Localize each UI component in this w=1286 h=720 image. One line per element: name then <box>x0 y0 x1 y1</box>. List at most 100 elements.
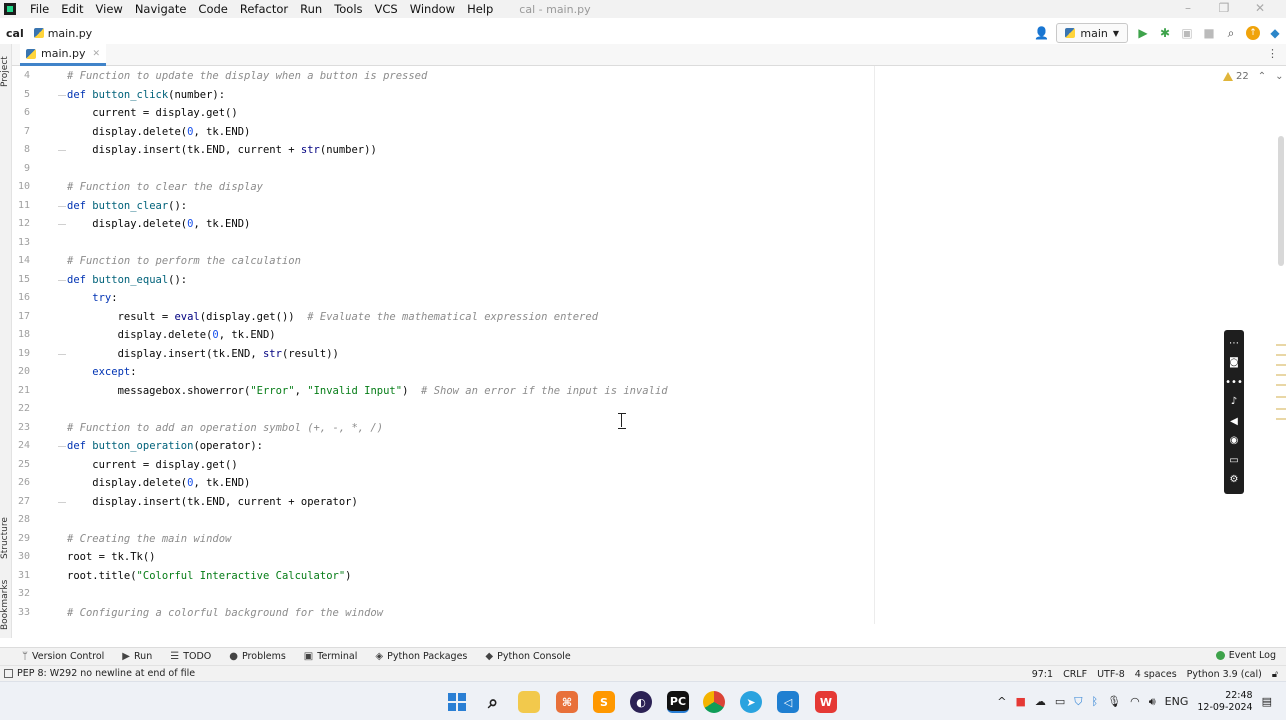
pycharm-icon[interactable]: PC <box>667 691 689 713</box>
tool-window-run[interactable]: ▶ Run <box>122 651 152 662</box>
structure-tool-window-tab[interactable]: Structure <box>0 510 12 566</box>
indent-setting[interactable]: 4 spaces <box>1135 669 1177 680</box>
screen-icon[interactable]: ▭ <box>1229 455 1238 467</box>
tool-window-python-console[interactable]: ◆ Python Console <box>485 651 570 662</box>
eclipse-icon[interactable]: ◐ <box>630 691 652 713</box>
search-icon[interactable]: ⌕ <box>482 691 504 713</box>
clock[interactable]: 22:48 12-09-2024 <box>1197 690 1252 714</box>
inspection-widget[interactable]: 22 ⌃ ⌄ <box>1223 71 1284 82</box>
debug-icon[interactable]: ✱ <box>1158 26 1172 40</box>
warning-stripe[interactable] <box>1276 396 1286 398</box>
language-indicator[interactable]: ENG <box>1165 695 1189 708</box>
update-icon[interactable]: ↑ <box>1246 26 1260 40</box>
chevron-down-icon[interactable]: ⌄ <box>1275 71 1283 82</box>
sublime-text-icon[interactable]: S <box>593 691 615 713</box>
code-editor[interactable]: 4 5 6 7 8 9 10 11 12 13 14 15 16 17 18 1… <box>12 66 1286 624</box>
warning-stripe[interactable] <box>1276 344 1286 346</box>
line-separator[interactable]: CRLF <box>1063 669 1087 680</box>
bluetooth-icon[interactable]: ᛒ <box>1092 695 1099 708</box>
warning-stripe[interactable] <box>1276 384 1286 386</box>
file-encoding[interactable]: UTF-8 <box>1097 669 1125 680</box>
chrome-icon[interactable] <box>703 691 725 713</box>
close-tab-icon[interactable]: ✕ <box>92 49 100 59</box>
fold-marker[interactable] <box>58 150 66 151</box>
fold-marker[interactable] <box>58 95 66 96</box>
warning-stripe[interactable] <box>1276 374 1286 376</box>
fold-marker[interactable] <box>58 224 66 225</box>
close-window-icon[interactable]: ✕ <box>1242 0 1278 16</box>
menu-edit[interactable]: Edit <box>55 0 89 18</box>
menu-refactor[interactable]: Refactor <box>234 0 294 18</box>
menu-code[interactable]: Code <box>192 0 233 18</box>
warning-stripe[interactable] <box>1276 418 1286 420</box>
more-options-icon[interactable]: ⋮ <box>1267 47 1278 60</box>
minimize-icon[interactable]: – <box>1170 0 1206 16</box>
coverage-icon[interactable]: ▣ <box>1180 26 1194 40</box>
webcam-icon[interactable]: ◉ <box>1230 435 1239 447</box>
fold-marker[interactable] <box>58 206 66 207</box>
tool-window-todo[interactable]: ☰ TODO <box>170 651 211 662</box>
restore-icon[interactable]: ❐ <box>1206 0 1242 16</box>
tool-window-version-control[interactable]: ᛘ Version Control <box>22 651 104 662</box>
menu-tools[interactable]: Tools <box>328 0 368 18</box>
editor-tab-main-py[interactable]: main.py ✕ <box>20 44 107 66</box>
fold-marker[interactable] <box>58 280 66 281</box>
user-icon[interactable]: 👤 <box>1034 26 1049 40</box>
mic-icon[interactable]: 🎙︎ <box>1107 695 1121 708</box>
plugin-icon[interactable]: ◆ <box>1268 26 1282 40</box>
menu-view[interactable]: View <box>90 0 129 18</box>
camera-icon[interactable]: ◙ <box>1229 357 1239 369</box>
notification-icon[interactable]: ▤ <box>1262 695 1272 708</box>
file-explorer-icon[interactable] <box>518 691 540 713</box>
code-content[interactable]: # Function to update the display when a … <box>67 66 877 624</box>
run-icon[interactable]: ▶ <box>1136 26 1150 40</box>
grip-icon[interactable]: ⋯ <box>1229 338 1239 350</box>
more-icon[interactable]: ••• <box>1225 377 1243 389</box>
volume-icon[interactable]: 🔊︎ <box>1149 695 1156 709</box>
chevron-up-icon[interactable]: ⌃ <box>1258 71 1266 82</box>
fold-marker[interactable] <box>58 354 66 355</box>
status-message[interactable]: PEP 8: W292 no newline at end of file <box>4 668 195 679</box>
run-configuration-select[interactable]: main ▼ <box>1056 23 1128 43</box>
lock-icon[interactable]: 🔓︎ <box>1272 669 1278 680</box>
python-interpreter[interactable]: Python 3.9 (cal) <box>1187 669 1262 680</box>
bookmarks-tool-window-tab[interactable]: Bookmarks <box>0 576 12 634</box>
menu-file[interactable]: File <box>24 0 55 18</box>
wifi-icon[interactable]: ◠ <box>1130 695 1140 708</box>
app-orange-icon[interactable]: ⌘ <box>556 691 578 713</box>
wps-office-icon[interactable]: W <box>815 691 837 713</box>
project-tool-window-tab[interactable]: Project <box>0 52 12 92</box>
tool-window-terminal[interactable]: ▣ Terminal <box>304 651 358 662</box>
vscode-icon[interactable]: ◁ <box>777 691 799 713</box>
breadcrumb-file[interactable]: main.py <box>33 27 92 40</box>
recorder-tray-icon[interactable]: ■ <box>1015 695 1025 708</box>
warning-stripe[interactable] <box>1276 364 1286 366</box>
shield-icon[interactable]: ⛉ <box>1074 695 1082 709</box>
event-log-button[interactable]: Event Log <box>1215 650 1276 661</box>
stop-icon[interactable]: ■ <box>1202 26 1216 40</box>
fold-marker[interactable] <box>58 502 66 503</box>
warning-stripe[interactable] <box>1276 354 1286 356</box>
chevron-up-icon[interactable]: ^ <box>997 695 1006 708</box>
settings-gear-icon[interactable]: ⚙ <box>1230 474 1239 486</box>
cloud-icon[interactable]: ☁ <box>1035 695 1046 708</box>
menu-vcs[interactable]: VCS <box>369 0 404 18</box>
windows-start-icon[interactable] <box>446 691 468 713</box>
tool-window-problems[interactable]: ● Problems <box>229 651 286 662</box>
battery-icon[interactable]: ▭ <box>1055 695 1065 708</box>
search-icon[interactable]: ⌕ <box>1224 26 1238 40</box>
breadcrumb-project[interactable]: cal <box>6 27 24 40</box>
warning-stripe[interactable] <box>1276 408 1286 410</box>
menu-help[interactable]: Help <box>461 0 499 18</box>
menu-navigate[interactable]: Navigate <box>129 0 193 18</box>
fold-marker[interactable] <box>58 446 66 447</box>
menu-window[interactable]: Window <box>404 0 461 18</box>
tool-window-python-packages[interactable]: ◈ Python Packages <box>375 651 467 662</box>
tool-windows-toggle-icon[interactable] <box>4 669 13 678</box>
vertical-scrollbar[interactable] <box>1278 136 1284 266</box>
microphone-icon[interactable]: ♪ <box>1231 396 1237 408</box>
telegram-icon[interactable]: ➤ <box>740 691 762 713</box>
caret-position[interactable]: 97:1 <box>1032 669 1053 680</box>
menu-run[interactable]: Run <box>294 0 328 18</box>
speaker-icon[interactable]: ◀ <box>1230 416 1238 428</box>
